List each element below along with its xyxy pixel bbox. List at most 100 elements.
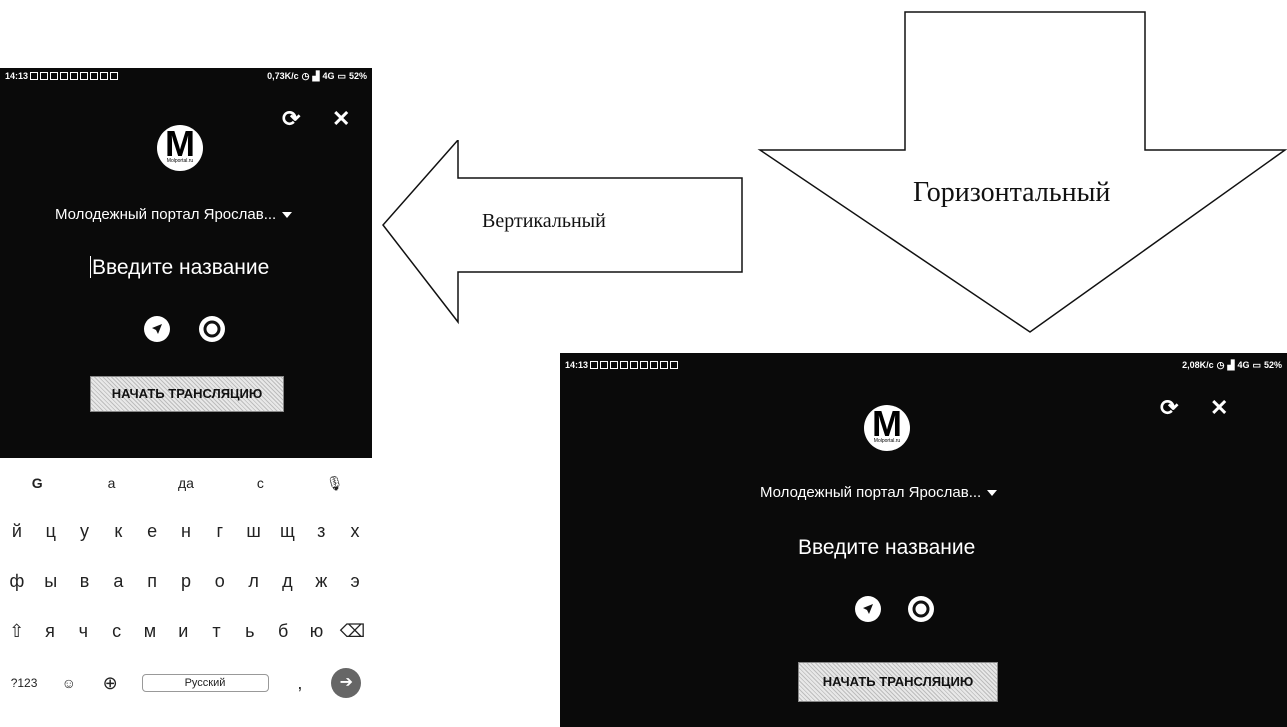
key[interactable]: к — [108, 521, 128, 542]
google-icon[interactable]: G — [27, 475, 47, 491]
key[interactable]: ж — [311, 571, 331, 592]
notification-icon — [90, 72, 99, 80]
key[interactable]: я — [40, 621, 60, 642]
key[interactable]: з — [311, 521, 331, 542]
key[interactable]: ы — [41, 571, 61, 592]
key[interactable]: ш — [244, 521, 264, 542]
title-input[interactable]: Введите название — [90, 256, 269, 280]
key-row-2: ф ы в а п р о л д ж э — [0, 566, 372, 596]
signal-icon: ▟ — [312, 70, 320, 81]
notification-icon — [50, 72, 59, 80]
notification-icon — [650, 361, 659, 369]
notification-icon — [600, 361, 609, 369]
key[interactable]: д — [277, 571, 297, 592]
network-type: 4G — [322, 71, 335, 81]
close-icon[interactable]: ✕ — [1210, 395, 1228, 421]
notification-icon — [590, 361, 599, 369]
key[interactable]: т — [207, 621, 227, 642]
key[interactable]: н — [176, 521, 196, 542]
portal-selector[interactable]: Молодежный портал Ярослав... — [760, 484, 998, 501]
key-row-3: ⇧ я ч с м и т ь б ю ⌫ — [0, 616, 372, 646]
alarm-icon: ◷ — [1216, 359, 1225, 370]
key[interactable]: р — [176, 571, 196, 592]
refresh-icon[interactable]: ⟳ — [282, 106, 300, 132]
network-type: 4G — [1237, 360, 1250, 370]
network-speed: 2,08K/c — [1182, 360, 1214, 370]
key[interactable]: е — [142, 521, 162, 542]
portal-selector[interactable]: Молодежный портал Ярослав... — [55, 206, 293, 223]
chat-icon[interactable] — [199, 316, 225, 342]
emoji-icon[interactable]: ☺ — [59, 675, 79, 691]
comma-key[interactable]: , — [290, 673, 310, 694]
notification-icon — [60, 72, 69, 80]
key[interactable]: й — [7, 521, 27, 542]
vertical-label: Вертикальный — [482, 210, 606, 232]
notification-icon — [70, 72, 79, 80]
key[interactable]: с — [107, 621, 127, 642]
key[interactable]: о — [210, 571, 230, 592]
battery-icon: ▭ — [337, 70, 346, 81]
horizontal-arrow — [757, 11, 1287, 333]
chevron-down-icon — [282, 212, 293, 219]
key[interactable]: м — [140, 621, 160, 642]
location-icon[interactable] — [144, 316, 170, 342]
key[interactable]: ч — [73, 621, 93, 642]
space-bar[interactable]: Русский — [141, 674, 269, 692]
notification-icon — [40, 72, 49, 80]
key[interactable]: п — [142, 571, 162, 592]
portal-selector-label: Молодежный портал Ярослав... — [55, 206, 277, 223]
key[interactable]: б — [273, 621, 293, 642]
molportal-logo: M Molportal.ru — [157, 125, 203, 171]
key[interactable]: ь — [240, 621, 260, 642]
key[interactable]: э — [345, 571, 365, 592]
portal-selector-label: Молодежный портал Ярослав... — [760, 484, 982, 501]
suggestion-item[interactable]: с — [250, 475, 270, 491]
notification-icon — [610, 361, 619, 369]
suggestion-item[interactable]: да — [176, 475, 196, 491]
title-placeholder: Введите название — [798, 536, 976, 559]
notification-icon — [110, 72, 119, 80]
molportal-logo: M Molportal.ru — [864, 405, 910, 451]
shift-icon[interactable]: ⇧ — [7, 621, 27, 642]
symbols-key[interactable]: ?123 — [11, 676, 38, 690]
status-time: 14:13 — [565, 360, 589, 370]
notification-icon — [670, 361, 679, 369]
key[interactable]: х — [345, 521, 365, 542]
key[interactable]: в — [75, 571, 95, 592]
start-broadcast-button[interactable]: НАЧАТЬ ТРАНСЛЯЦИЮ — [90, 376, 284, 412]
key-row-4: ?123 ☺ ⊕ Русский , ➔ — [0, 666, 372, 700]
backspace-icon[interactable]: ⌫ — [340, 621, 365, 642]
battery-level: 52% — [1263, 360, 1282, 370]
notification-icon — [620, 361, 629, 369]
notification-icon — [100, 72, 109, 80]
chevron-down-icon — [987, 490, 998, 497]
microphone-icon[interactable]: 🎙 — [325, 475, 345, 492]
title-placeholder: Введите название — [92, 256, 270, 279]
title-input[interactable]: Введите название — [798, 536, 975, 560]
key[interactable]: ц — [41, 521, 61, 542]
chat-icon[interactable] — [908, 596, 934, 622]
notification-icon — [660, 361, 669, 369]
globe-icon[interactable]: ⊕ — [100, 673, 120, 694]
suggestion-row: G а да с 🎙 — [0, 468, 372, 498]
text-cursor — [90, 256, 91, 278]
location-icon[interactable] — [855, 596, 881, 622]
key[interactable]: ф — [7, 571, 27, 592]
key[interactable]: ю — [306, 621, 326, 642]
key[interactable]: у — [75, 521, 95, 542]
network-speed: 0,73K/c — [267, 71, 299, 81]
key[interactable]: и — [173, 621, 193, 642]
key[interactable]: г — [210, 521, 230, 542]
key[interactable]: щ — [277, 521, 297, 542]
status-bar: 14:13 0,73K/c ◷ ▟ 4G ▭ 52% — [0, 68, 372, 84]
close-icon[interactable]: ✕ — [332, 106, 350, 132]
key[interactable]: л — [244, 571, 264, 592]
suggestion-item[interactable]: а — [102, 475, 122, 491]
notification-icon — [640, 361, 649, 369]
start-broadcast-button[interactable]: НАЧАТЬ ТРАНСЛЯЦИЮ — [798, 662, 998, 702]
refresh-icon[interactable]: ⟳ — [1160, 395, 1178, 421]
enter-icon[interactable]: ➔ — [331, 668, 362, 698]
signal-icon: ▟ — [1227, 359, 1235, 370]
horizontal-label: Горизонтальный — [913, 177, 1111, 208]
key[interactable]: а — [108, 571, 128, 592]
